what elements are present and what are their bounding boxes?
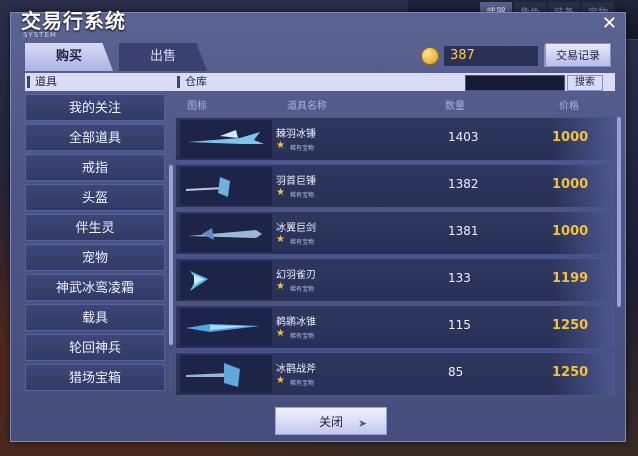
category-item[interactable]: 轮回神兵 bbox=[25, 334, 165, 361]
col-qty: 数量 bbox=[445, 101, 465, 112]
column-headers: 图标 道具名称 数量 价格 bbox=[175, 95, 615, 113]
weapon-icon bbox=[180, 214, 272, 252]
category-scrollbar[interactable] bbox=[169, 165, 173, 345]
item-price: 1199 bbox=[552, 271, 589, 286]
item-qty: 1403 bbox=[448, 130, 479, 144]
item-qty: 1382 bbox=[448, 177, 479, 191]
item-row[interactable]: 羽首巨锤 ★ 稀有宝物 1382 1000 bbox=[175, 164, 615, 208]
item-row[interactable]: 棘羽冰锤 ★ 稀有宝物 1403 1000 bbox=[175, 117, 615, 161]
item-panel: 仓库 搜索 图标 道具名称 数量 价格 棘羽冰锤 ★ 稀有宝物 1403 100… bbox=[175, 73, 621, 403]
star-icon: ★ bbox=[276, 328, 285, 339]
item-price: 1250 bbox=[552, 318, 589, 333]
item-row[interactable]: 冰翼巨剑 ★ 稀有宝物 1381 1000 bbox=[175, 211, 615, 255]
warehouse-label: 仓库 bbox=[185, 75, 207, 88]
col-name: 道具名称 bbox=[287, 101, 327, 112]
gold-coin-icon bbox=[421, 47, 439, 65]
tab-buy[interactable]: 购买 bbox=[25, 43, 113, 71]
weapon-icon bbox=[180, 120, 272, 158]
tab-sell[interactable]: 出售 bbox=[119, 43, 207, 71]
item-name: 棘羽冰锤 bbox=[276, 129, 316, 140]
weapon-icon bbox=[180, 355, 272, 393]
item-row[interactable]: 冰鹳战斧 ★ 稀有宝物 85 1250 bbox=[175, 352, 615, 396]
category-item[interactable]: 我的关注 bbox=[25, 94, 165, 121]
category-item[interactable]: 戒指 bbox=[25, 154, 165, 181]
category-item[interactable]: 全部道具 bbox=[25, 124, 165, 151]
tab-bar: 购买 出售 bbox=[25, 43, 207, 71]
weapon-icon bbox=[180, 308, 272, 346]
close-button[interactable]: 关闭 bbox=[275, 407, 387, 435]
star-icon: ★ bbox=[276, 140, 285, 151]
trade-record-button[interactable]: 交易记录 bbox=[545, 43, 611, 67]
item-qty: 115 bbox=[448, 318, 471, 332]
star-icon: ★ bbox=[276, 234, 285, 245]
cursor-icon: ➤ bbox=[358, 417, 368, 430]
item-name: 羽首巨锤 bbox=[276, 176, 316, 187]
window-subtitle: SYSTEM bbox=[23, 31, 57, 39]
item-price: 1000 bbox=[552, 224, 589, 239]
item-qty: 1381 bbox=[448, 224, 479, 238]
item-tag: 稀有宝物 bbox=[290, 286, 315, 293]
close-icon[interactable]: ✕ bbox=[602, 13, 617, 34]
item-scrollbar[interactable] bbox=[617, 117, 621, 307]
item-price: 1250 bbox=[552, 365, 589, 380]
category-header: 道具 bbox=[25, 73, 175, 91]
search-button[interactable]: 搜索 bbox=[567, 75, 603, 91]
item-tag: 稀有宝物 bbox=[290, 380, 315, 387]
item-row[interactable]: 幻羽雀刃 ★ 稀有宝物 133 1199 bbox=[175, 258, 615, 302]
item-list: 棘羽冰锤 ★ 稀有宝物 1403 1000 羽首巨锤 ★ 稀有宝物 1382 1… bbox=[175, 117, 615, 399]
category-item[interactable]: 载具 bbox=[25, 304, 165, 331]
item-qty: 133 bbox=[448, 271, 471, 285]
item-name: 冰鹳战斧 bbox=[276, 364, 316, 375]
item-tag: 稀有宝物 bbox=[290, 333, 315, 340]
category-item[interactable]: 猎场宝箱 bbox=[25, 364, 165, 391]
item-price: 1000 bbox=[552, 130, 589, 145]
currency-value: 387 bbox=[443, 45, 539, 67]
item-qty: 85 bbox=[448, 365, 464, 379]
category-item[interactable]: 伴生灵 bbox=[25, 214, 165, 241]
window-title: 交易行系统 bbox=[21, 9, 126, 33]
category-item[interactable]: 宠物 bbox=[25, 244, 165, 271]
item-name: 幻羽雀刃 bbox=[276, 270, 316, 281]
item-row[interactable]: 鹈鹕冰锥 ★ 稀有宝物 115 1250 bbox=[175, 305, 615, 349]
item-name: 冰翼巨剑 bbox=[276, 223, 316, 234]
category-panel: 道具 我的关注 全部道具 戒指 头盔 伴生灵 宠物 神武冰鸾凌霜 载具 轮回神兵… bbox=[25, 73, 175, 403]
item-name: 鹈鹕冰锥 bbox=[276, 317, 316, 328]
category-item[interactable]: 头盔 bbox=[25, 184, 165, 211]
search-input[interactable] bbox=[465, 75, 565, 91]
col-price: 价格 bbox=[559, 101, 579, 112]
item-tag: 稀有宝物 bbox=[290, 239, 315, 246]
item-price: 1000 bbox=[552, 177, 589, 192]
star-icon: ★ bbox=[276, 281, 285, 292]
star-icon: ★ bbox=[276, 375, 285, 386]
category-item[interactable]: 神武冰鸾凌霜 bbox=[25, 274, 165, 301]
item-tag: 稀有宝物 bbox=[290, 192, 315, 199]
star-icon: ★ bbox=[276, 187, 285, 198]
item-tag: 稀有宝物 bbox=[290, 145, 315, 152]
col-icon: 图标 bbox=[187, 101, 207, 112]
trade-window: 交易行系统 SYSTEM ✕ 购买 出售 387 + 交易记录 道具 我的关注 … bbox=[10, 9, 626, 442]
category-list: 我的关注 全部道具 戒指 头盔 伴生灵 宠物 神武冰鸾凌霜 载具 轮回神兵 猎场… bbox=[25, 94, 175, 391]
weapon-icon bbox=[180, 167, 272, 205]
weapon-icon bbox=[180, 261, 272, 299]
